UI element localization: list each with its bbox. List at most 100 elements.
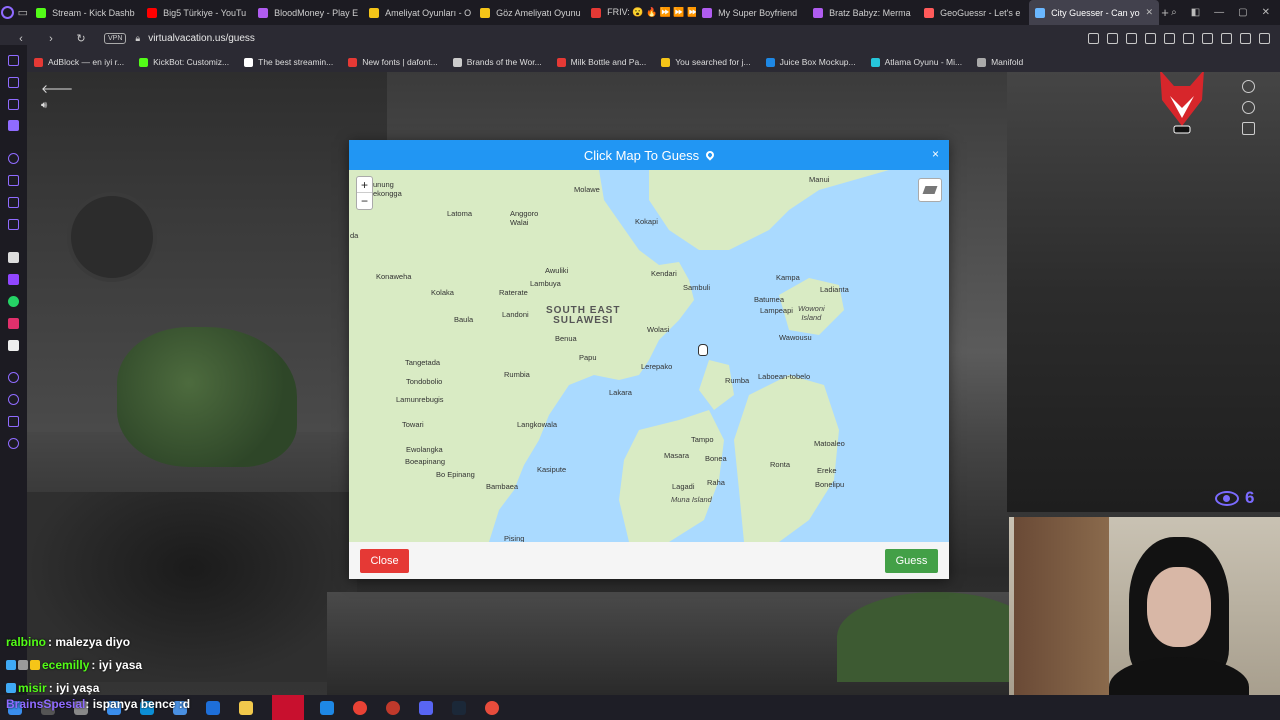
bookmark-item[interactable]: New fonts | dafont... [348, 57, 438, 67]
chat-line: ralbino: malezya diyo [6, 630, 326, 653]
settings-icon[interactable] [8, 438, 19, 449]
games-icon[interactable] [8, 197, 19, 208]
tv-icon[interactable] [8, 219, 19, 230]
browser-tab[interactable]: Big5 Türkiye - YouTu [141, 0, 252, 25]
ai-icon[interactable] [8, 252, 19, 263]
translate-icon[interactable] [1145, 33, 1156, 44]
minimize-icon[interactable]: — [1214, 7, 1224, 18]
vpn-badge[interactable]: VPN [104, 33, 127, 44]
bookmark-item[interactable]: You searched for j... [661, 57, 751, 67]
recording-icon[interactable] [485, 700, 499, 715]
tab-close-icon[interactable]: ✕ [1142, 7, 1154, 18]
wallet-icon[interactable] [1202, 33, 1213, 44]
twitch-icon[interactable] [8, 274, 19, 285]
app-icon[interactable] [320, 700, 334, 715]
browser-tab[interactable]: Stream - Kick Dashb [30, 0, 141, 25]
url-field[interactable]: virtualvacation.us/guess [148, 33, 255, 44]
screenshot-icon[interactable] [1107, 33, 1118, 44]
back-arrow-icon[interactable]: 🡐 [41, 81, 73, 96]
search-icon[interactable]: ⌕ [1171, 7, 1177, 18]
extensions-icon[interactable]: ◧ [1191, 7, 1200, 18]
bookmark-item[interactable]: AdBlock — en iyi r... [34, 57, 124, 67]
browser-logo-icon[interactable] [0, 0, 16, 25]
clock-icon[interactable] [8, 394, 19, 405]
bookmark-item[interactable]: Manifold [977, 57, 1023, 67]
map-place-label: Batumea [754, 295, 785, 304]
bookmark-item[interactable]: Juice Box Mockup... [765, 57, 856, 67]
reader-icon[interactable] [8, 77, 19, 88]
guess-button[interactable]: Guess [885, 548, 938, 573]
forward-icon[interactable]: › [42, 33, 60, 45]
bookmark-item[interactable]: Atlama Oyunu - Mi... [870, 57, 963, 67]
browser-tab[interactable]: GeoGuessr - Let's e [918, 0, 1029, 25]
window-controls: ⌕ ◧ — ▢ ✕ [1171, 7, 1280, 18]
playlist-icon[interactable] [8, 120, 19, 131]
refresh-overlay-icon[interactable] [1242, 101, 1255, 114]
overlay-controls [1242, 80, 1255, 135]
close-window-icon[interactable]: ✕ [1262, 7, 1270, 18]
map-place-label: Ereke [817, 466, 837, 475]
skip-back-icon[interactable] [1242, 122, 1255, 135]
shield-icon[interactable] [1126, 33, 1137, 44]
tiktok-icon[interactable] [8, 340, 19, 351]
extension-icon[interactable] [1221, 33, 1232, 44]
new-tab-button[interactable]: + [1159, 5, 1171, 20]
browser-tab[interactable]: BloodMoney - Play E [252, 0, 363, 25]
bookmark-icon[interactable] [1088, 33, 1099, 44]
whatsapp-icon[interactable] [8, 296, 19, 307]
sound-icon[interactable]: 🔊︎ [41, 100, 47, 111]
active-app-icon[interactable] [272, 695, 304, 720]
browser-tab[interactable]: FRIV: 😮 🔥 ⏩ ⏩ ⏩ [585, 0, 696, 25]
map-place-label: Lampeapi [760, 306, 793, 315]
close-button[interactable]: Close [360, 548, 409, 573]
bookmark-item[interactable]: Brands of the Wor... [452, 57, 542, 67]
heart-icon[interactable] [1183, 33, 1194, 44]
tab-favicon-icon [591, 7, 602, 18]
bookmark-item[interactable]: The best streamin... [244, 57, 333, 67]
obs-icon[interactable] [386, 700, 400, 715]
chat-username: ecemilly [42, 657, 90, 672]
outlook-icon[interactable] [206, 700, 220, 715]
browser-tab[interactable]: Bratz Babyz: Merma [807, 0, 918, 25]
bookmark-favicon-icon [34, 57, 43, 67]
tab-favicon-icon [1035, 7, 1046, 18]
wallet-sidebar-icon[interactable] [8, 99, 19, 110]
maximize-icon[interactable]: ▢ [1238, 7, 1247, 18]
share-icon[interactable] [8, 416, 19, 427]
clock-overlay-icon[interactable] [1242, 80, 1255, 93]
bookmark-favicon-icon [556, 57, 566, 67]
browser-tab[interactable]: Göz Ameliyatı Oyunu [474, 0, 585, 25]
browser-tab[interactable]: Ameliyat Oyunları - O [363, 0, 474, 25]
discord-icon[interactable] [419, 700, 433, 715]
tab-label: City Guesser - Can yo [1051, 7, 1140, 18]
bookmark-label: Manifold [991, 57, 1024, 67]
lock-icon[interactable]: 🔒︎ [135, 33, 140, 44]
back-icon[interactable]: ‹ [12, 33, 30, 45]
layers-button[interactable] [918, 178, 942, 202]
browser-tab[interactable]: City Guesser - Can yo ✕ [1029, 0, 1160, 25]
reload-icon[interactable]: ↻ [72, 32, 90, 45]
map-place-label: Bambaea [486, 482, 519, 491]
shopping-icon[interactable] [8, 175, 19, 186]
modal-close-icon[interactable]: × [932, 147, 939, 161]
tab-overview-icon[interactable]: ▭ [16, 0, 30, 25]
tab-favicon-icon [702, 7, 713, 18]
bookmark-label: Atlama Oyunu - Mi... [884, 57, 963, 67]
bookmark-item[interactable]: KickBot: Customiz... [139, 57, 229, 67]
play-icon[interactable] [1164, 33, 1175, 44]
zoom-out-button[interactable]: − [357, 193, 372, 209]
steam-icon[interactable] [452, 700, 466, 715]
browser-tab[interactable]: My Super Boyfriend [696, 0, 807, 25]
notifications-icon[interactable] [8, 372, 19, 383]
history-icon[interactable] [8, 153, 19, 164]
download-icon[interactable] [1240, 33, 1251, 44]
map-place-label: Benua [555, 334, 577, 343]
chrome-icon[interactable] [353, 700, 367, 715]
instagram-icon[interactable] [8, 318, 19, 329]
zoom-in-button[interactable]: + [357, 177, 372, 193]
guess-map[interactable]: unung ekongga Molawe Manui Latoma Anggoro Wa… [349, 170, 949, 542]
explorer-icon[interactable] [239, 700, 253, 715]
home-icon[interactable] [8, 55, 19, 66]
bookmark-item[interactable]: Milk Bottle and Pa... [556, 57, 646, 67]
menu-icon[interactable] [1259, 33, 1270, 44]
